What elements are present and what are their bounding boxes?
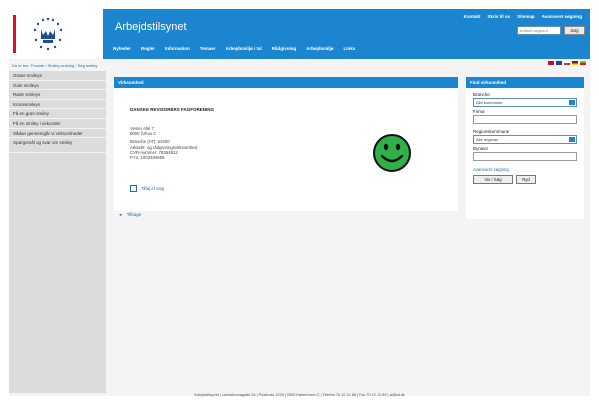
utility-links: Kontakt Skriv til os Sitemap Avanceret s… [464, 14, 582, 19]
nav-item[interactable]: Rådgivning [272, 46, 297, 51]
firma-input[interactable] [473, 115, 577, 124]
green-smiley-icon [373, 134, 411, 172]
site-header: Arbejdstilsynet Kontakt Skriv til os Sit… [9, 9, 590, 59]
find-panel-buttons: Vis / Søg Ryd [473, 175, 577, 184]
find-panel-body: Branche Alle kommuner Firma Regionskommu… [466, 88, 584, 186]
checkbox-icon[interactable] [130, 185, 137, 192]
back-label: Tilbage [126, 212, 142, 217]
main-nav: Nyheder Regler Information Temaer Arbejd… [113, 46, 355, 51]
logo[interactable] [9, 9, 103, 59]
add-selection-link[interactable]: Tilføj et valg [130, 185, 164, 192]
sidebar-item[interactable]: Røde smileys [9, 90, 106, 100]
branche-select-value: Alle kommuner [476, 100, 503, 105]
bynavn-label: Bynavn [473, 146, 489, 151]
company-panel-heading: Virksomhed [114, 77, 458, 88]
firma-label: Firma [473, 109, 485, 114]
search-button[interactable]: Søg [564, 26, 585, 35]
nav-item[interactable]: Arbejdsmiljø [306, 46, 333, 51]
find-company-panel: Find virksomhed Branche Alle kommuner Fi… [466, 77, 584, 219]
region-select[interactable]: Alle regioner [473, 135, 577, 144]
sidebar-item[interactable]: Få en grøn smiley [9, 109, 106, 119]
nav-item[interactable]: Nyheder [113, 46, 131, 51]
sidebar: Grøne smileys Gule smileys Røde smileys … [9, 71, 106, 393]
sidebar-item[interactable]: Spørgsmål og svar om smiley [9, 138, 106, 154]
clear-button[interactable]: Ryd [516, 175, 536, 184]
branche-select[interactable]: Alle kommuner [473, 98, 577, 107]
sidebar-item[interactable]: Grøne smileys [9, 71, 106, 81]
sidebar-item[interactable]: Kronesmileys [9, 100, 106, 110]
company-panel: Virksomhed DANSKE REVISORERS FAGFORENING… [114, 77, 458, 211]
nav-item[interactable]: Information [165, 46, 190, 51]
company-name: DANSKE REVISORERS FAGFORENING [130, 107, 215, 112]
util-link-skriv[interactable]: Skriv til os [487, 14, 510, 19]
breadcrumb[interactable]: Du er her: Forside / Smiley-ordning / Sø… [12, 63, 97, 68]
germany-flag-icon[interactable] [572, 61, 578, 65]
sidebar-item[interactable]: Gule smileys [9, 81, 106, 91]
chevron-down-icon[interactable] [569, 100, 575, 105]
logo-red-bar [13, 15, 16, 53]
back-arrow-icon: ◂ [119, 212, 122, 218]
find-panel-heading: Find virksomhed [466, 77, 584, 88]
uk-flag-icon[interactable] [556, 61, 562, 65]
nav-item[interactable]: Temaer [200, 46, 216, 51]
denmark-flag-icon[interactable] [548, 61, 554, 65]
util-link-kontakt[interactable]: Kontakt [464, 14, 481, 19]
bynavn-input[interactable] [473, 152, 577, 161]
language-flags [548, 61, 586, 65]
site-title[interactable]: Arbejdstilsynet [115, 21, 187, 33]
page-frame: Arbejdstilsynet Kontakt Skriv til os Sit… [9, 9, 590, 397]
util-link-advanced-search[interactable]: Avanceret søgning [542, 14, 582, 19]
footer: Arbejdstilsynet | Landskronagade 33 | Po… [194, 393, 405, 397]
branche-label: Branche [473, 92, 490, 97]
search-input[interactable]: Indtast søgeord [517, 26, 561, 35]
back-link[interactable]: ◂ Tilbage [119, 212, 141, 218]
search-submit-button[interactable]: Vis / Søg [473, 175, 513, 184]
poland-flag-icon[interactable] [564, 61, 570, 65]
util-link-sitemap[interactable]: Sitemap [517, 14, 535, 19]
add-selection-label: Tilføj et valg [141, 186, 165, 191]
chevron-down-icon[interactable] [569, 137, 575, 142]
region-label: Regionskommune [473, 129, 510, 134]
crown-logo-icon [33, 17, 63, 51]
sidebar-item[interactable]: Få en smiley i sekunder [9, 119, 106, 129]
region-select-value: Alle regioner [476, 137, 499, 142]
p-number: P-nr: 1003484658 [130, 155, 165, 161]
advanced-search-link[interactable]: Avanceret søgning [473, 167, 577, 172]
sidebar-item[interactable]: Sådan gennemgår vi virksomheder [9, 129, 106, 139]
header-bar: Arbejdstilsynet Kontakt Skriv til os Sit… [103, 9, 590, 59]
lithuania-flag-icon[interactable] [580, 61, 586, 65]
nav-item[interactable]: Arbejdsmiljø i tal [225, 46, 261, 51]
company-details: Vester Allé 7 8000 Århus C Branche (AT):… [130, 126, 197, 160]
nav-item[interactable]: Links [344, 46, 356, 51]
nav-item[interactable]: Regler [141, 46, 155, 51]
